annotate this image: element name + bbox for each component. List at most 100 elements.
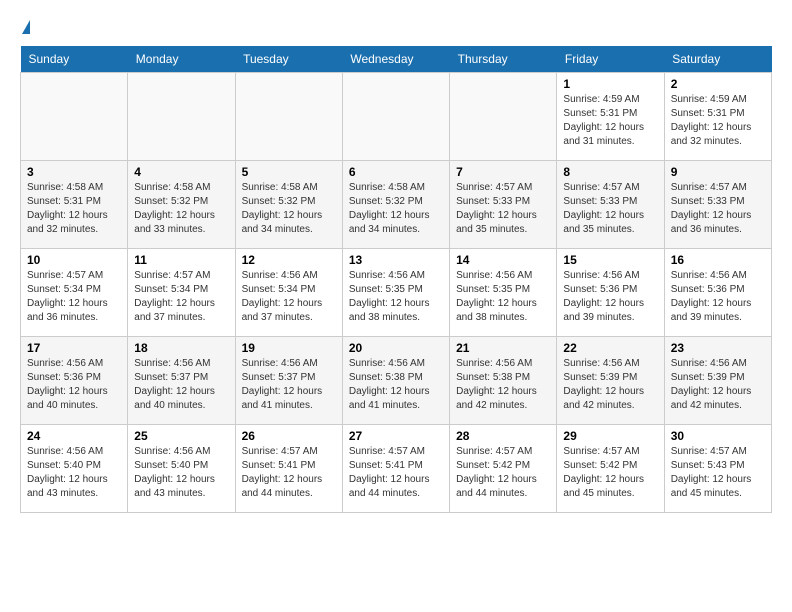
- calendar-cell: [128, 73, 235, 161]
- day-number: 12: [242, 253, 336, 267]
- calendar-cell: 9 Sunrise: 4:57 AM Sunset: 5:33 PM Daylig…: [664, 161, 771, 249]
- day-number: 29: [563, 429, 657, 443]
- day-info: Sunrise: 4:56 AM Sunset: 5:35 PM Dayligh…: [456, 269, 550, 325]
- day-number: 11: [134, 253, 228, 267]
- calendar-cell: [21, 73, 128, 161]
- day-info: Sunrise: 4:56 AM Sunset: 5:38 PM Dayligh…: [456, 357, 550, 413]
- day-info: Sunrise: 4:58 AM Sunset: 5:32 PM Dayligh…: [134, 181, 228, 237]
- calendar-cell: 18 Sunrise: 4:56 AM Sunset: 5:37 PM Dayli…: [128, 337, 235, 425]
- day-number: 2: [671, 77, 765, 91]
- calendar-cell: 8Sunrise: 4:57 AM Sunset: 5:33 PM Daylig…: [557, 161, 664, 249]
- day-number: 22: [563, 341, 657, 355]
- calendar-cell: 1 Sunrise: 4:59 AM Sunset: 5:31 PM Daylig…: [557, 73, 664, 161]
- column-header-saturday: Saturday: [664, 46, 771, 73]
- day-info: Sunrise: 4:57 AM Sunset: 5:33 PM Dayligh…: [671, 181, 765, 237]
- day-info: Sunrise: 4:57 AM Sunset: 5:33 PM Dayligh…: [563, 181, 657, 237]
- day-number: 9: [671, 165, 765, 179]
- day-info: Sunrise: 4:56 AM Sunset: 5:37 PM Dayligh…: [134, 357, 228, 413]
- day-number: 24: [27, 429, 121, 443]
- day-info: Sunrise: 4:58 AM Sunset: 5:32 PM Dayligh…: [349, 181, 443, 237]
- day-info: Sunrise: 4:57 AM Sunset: 5:41 PM Dayligh…: [242, 445, 336, 501]
- column-header-thursday: Thursday: [450, 46, 557, 73]
- calendar-cell: 22 Sunrise: 4:56 AM Sunset: 5:39 PM Dayli…: [557, 337, 664, 425]
- day-info: Sunrise: 4:56 AM Sunset: 5:39 PM Dayligh…: [563, 357, 657, 413]
- calendar-week-row: 17Sunrise: 4:56 AM Sunset: 5:36 PM Dayli…: [21, 337, 772, 425]
- day-number: 27: [349, 429, 443, 443]
- day-info: Sunrise: 4:58 AM Sunset: 5:32 PM Dayligh…: [242, 181, 336, 237]
- day-info: Sunrise: 4:59 AM Sunset: 5:31 PM Dayligh…: [671, 93, 765, 149]
- calendar-cell: 7 Sunrise: 4:57 AM Sunset: 5:33 PM Daylig…: [450, 161, 557, 249]
- day-info: Sunrise: 4:56 AM Sunset: 5:40 PM Dayligh…: [27, 445, 121, 501]
- page-header: [20, 20, 772, 36]
- day-number: 20: [349, 341, 443, 355]
- day-info: Sunrise: 4:56 AM Sunset: 5:40 PM Dayligh…: [134, 445, 228, 501]
- logo-triangle-icon: [22, 20, 30, 34]
- day-number: 1: [563, 77, 657, 91]
- day-number: 16: [671, 253, 765, 267]
- day-info: Sunrise: 4:57 AM Sunset: 5:41 PM Dayligh…: [349, 445, 443, 501]
- calendar-cell: 12Sunrise: 4:56 AM Sunset: 5:34 PM Dayli…: [235, 249, 342, 337]
- calendar-cell: 19 Sunrise: 4:56 AM Sunset: 5:37 PM Dayli…: [235, 337, 342, 425]
- calendar-cell: 30 Sunrise: 4:57 AM Sunset: 5:43 PM Dayli…: [664, 425, 771, 513]
- day-number: 18: [134, 341, 228, 355]
- logo: [20, 20, 30, 36]
- calendar-cell: 11 Sunrise: 4:57 AM Sunset: 5:34 PM Dayli…: [128, 249, 235, 337]
- day-info: Sunrise: 4:58 AM Sunset: 5:31 PM Dayligh…: [27, 181, 121, 237]
- day-number: 26: [242, 429, 336, 443]
- day-number: 21: [456, 341, 550, 355]
- calendar-cell: 20 Sunrise: 4:56 AM Sunset: 5:38 PM Dayli…: [342, 337, 449, 425]
- day-info: Sunrise: 4:56 AM Sunset: 5:37 PM Dayligh…: [242, 357, 336, 413]
- day-info: Sunrise: 4:56 AM Sunset: 5:36 PM Dayligh…: [671, 269, 765, 325]
- day-number: 3: [27, 165, 121, 179]
- day-info: Sunrise: 4:57 AM Sunset: 5:43 PM Dayligh…: [671, 445, 765, 501]
- day-number: 23: [671, 341, 765, 355]
- calendar-cell: 26 Sunrise: 4:57 AM Sunset: 5:41 PM Dayli…: [235, 425, 342, 513]
- calendar-week-row: 1 Sunrise: 4:59 AM Sunset: 5:31 PM Daylig…: [21, 73, 772, 161]
- calendar-cell: 28Sunrise: 4:57 AM Sunset: 5:42 PM Dayli…: [450, 425, 557, 513]
- calendar-cell: 17Sunrise: 4:56 AM Sunset: 5:36 PM Dayli…: [21, 337, 128, 425]
- calendar-cell: 14 Sunrise: 4:56 AM Sunset: 5:35 PM Dayli…: [450, 249, 557, 337]
- calendar-week-row: 24 Sunrise: 4:56 AM Sunset: 5:40 PM Dayli…: [21, 425, 772, 513]
- day-info: Sunrise: 4:57 AM Sunset: 5:33 PM Dayligh…: [456, 181, 550, 237]
- calendar-cell: 24 Sunrise: 4:56 AM Sunset: 5:40 PM Dayli…: [21, 425, 128, 513]
- day-number: 5: [242, 165, 336, 179]
- calendar-cell: 3 Sunrise: 4:58 AM Sunset: 5:31 PM Daylig…: [21, 161, 128, 249]
- column-header-monday: Monday: [128, 46, 235, 73]
- day-number: 13: [349, 253, 443, 267]
- day-info: Sunrise: 4:56 AM Sunset: 5:35 PM Dayligh…: [349, 269, 443, 325]
- day-number: 30: [671, 429, 765, 443]
- day-info: Sunrise: 4:56 AM Sunset: 5:38 PM Dayligh…: [349, 357, 443, 413]
- day-info: Sunrise: 4:56 AM Sunset: 5:39 PM Dayligh…: [671, 357, 765, 413]
- column-header-tuesday: Tuesday: [235, 46, 342, 73]
- calendar-cell: 2 Sunrise: 4:59 AM Sunset: 5:31 PM Daylig…: [664, 73, 771, 161]
- calendar-cell: 15 Sunrise: 4:56 AM Sunset: 5:36 PM Dayli…: [557, 249, 664, 337]
- day-info: Sunrise: 4:56 AM Sunset: 5:36 PM Dayligh…: [27, 357, 121, 413]
- calendar-cell: [450, 73, 557, 161]
- calendar-cell: 27 Sunrise: 4:57 AM Sunset: 5:41 PM Dayli…: [342, 425, 449, 513]
- calendar-cell: 21 Sunrise: 4:56 AM Sunset: 5:38 PM Dayli…: [450, 337, 557, 425]
- day-info: Sunrise: 4:57 AM Sunset: 5:42 PM Dayligh…: [456, 445, 550, 501]
- column-header-sunday: Sunday: [21, 46, 128, 73]
- calendar-cell: 23 Sunrise: 4:56 AM Sunset: 5:39 PM Dayli…: [664, 337, 771, 425]
- day-number: 10: [27, 253, 121, 267]
- day-number: 4: [134, 165, 228, 179]
- day-number: 14: [456, 253, 550, 267]
- calendar-cell: 6 Sunrise: 4:58 AM Sunset: 5:32 PM Daylig…: [342, 161, 449, 249]
- calendar-table: SundayMondayTuesdayWednesdayThursdayFrid…: [20, 46, 772, 513]
- day-info: Sunrise: 4:57 AM Sunset: 5:34 PM Dayligh…: [134, 269, 228, 325]
- calendar-cell: 10 Sunrise: 4:57 AM Sunset: 5:34 PM Dayli…: [21, 249, 128, 337]
- calendar-cell: 16 Sunrise: 4:56 AM Sunset: 5:36 PM Dayli…: [664, 249, 771, 337]
- day-number: 7: [456, 165, 550, 179]
- day-number: 6: [349, 165, 443, 179]
- column-header-wednesday: Wednesday: [342, 46, 449, 73]
- day-number: 15: [563, 253, 657, 267]
- day-number: 19: [242, 341, 336, 355]
- day-info: Sunrise: 4:59 AM Sunset: 5:31 PM Dayligh…: [563, 93, 657, 149]
- calendar-cell: 4 Sunrise: 4:58 AM Sunset: 5:32 PM Daylig…: [128, 161, 235, 249]
- calendar-cell: 5 Sunrise: 4:58 AM Sunset: 5:32 PM Daylig…: [235, 161, 342, 249]
- day-info: Sunrise: 4:57 AM Sunset: 5:34 PM Dayligh…: [27, 269, 121, 325]
- day-info: Sunrise: 4:56 AM Sunset: 5:36 PM Dayligh…: [563, 269, 657, 325]
- calendar-cell: 25Sunrise: 4:56 AM Sunset: 5:40 PM Dayli…: [128, 425, 235, 513]
- calendar-week-row: 3 Sunrise: 4:58 AM Sunset: 5:31 PM Daylig…: [21, 161, 772, 249]
- calendar-week-row: 10 Sunrise: 4:57 AM Sunset: 5:34 PM Dayli…: [21, 249, 772, 337]
